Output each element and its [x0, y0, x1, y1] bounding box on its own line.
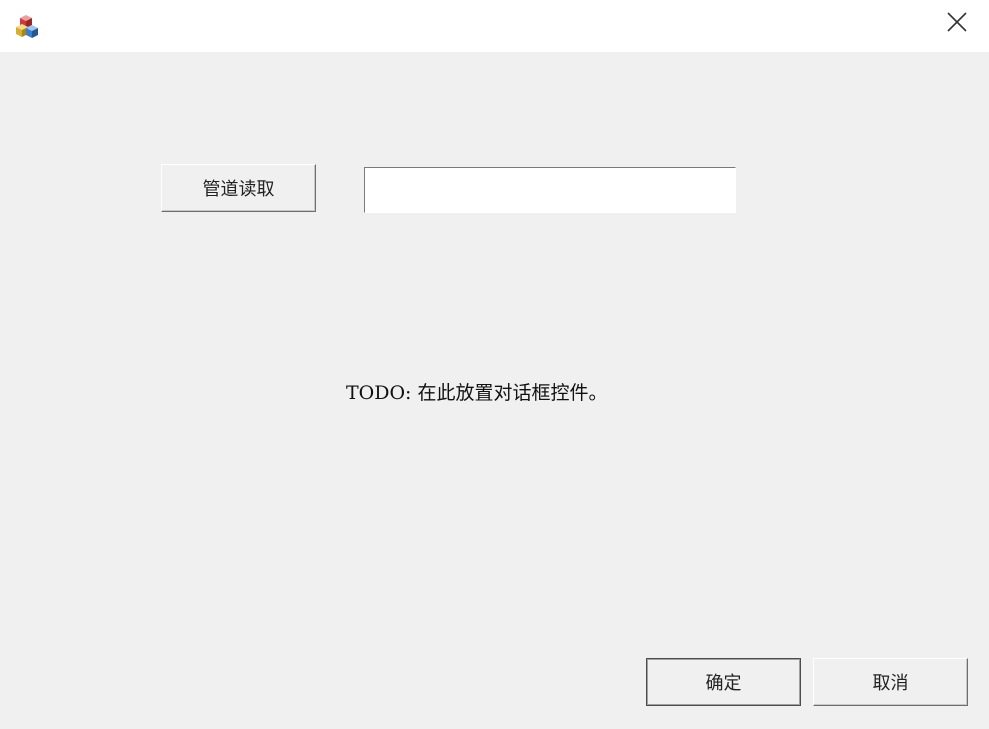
close-icon [946, 11, 968, 37]
title-bar [0, 0, 989, 52]
pipe-read-button[interactable]: 管道读取 [161, 164, 316, 212]
todo-placeholder-text: TODO: 在此放置对话框控件。 [346, 382, 608, 404]
pipe-read-button-label: 管道读取 [202, 179, 275, 200]
app-cubes-icon [12, 10, 44, 42]
cancel-button-label: 取消 [872, 673, 909, 694]
cancel-button[interactable]: 取消 [813, 658, 968, 706]
pipe-output-input[interactable] [364, 167, 736, 213]
ok-button-label: 确定 [705, 673, 742, 694]
dialog-client-area: 管道读取 TODO: 在此放置对话框控件。 确定 取消 [0, 52, 989, 729]
close-button[interactable] [937, 6, 977, 42]
dialog-window: 管道读取 TODO: 在此放置对话框控件。 确定 取消 [0, 0, 989, 729]
ok-button[interactable]: 确定 [646, 658, 801, 706]
